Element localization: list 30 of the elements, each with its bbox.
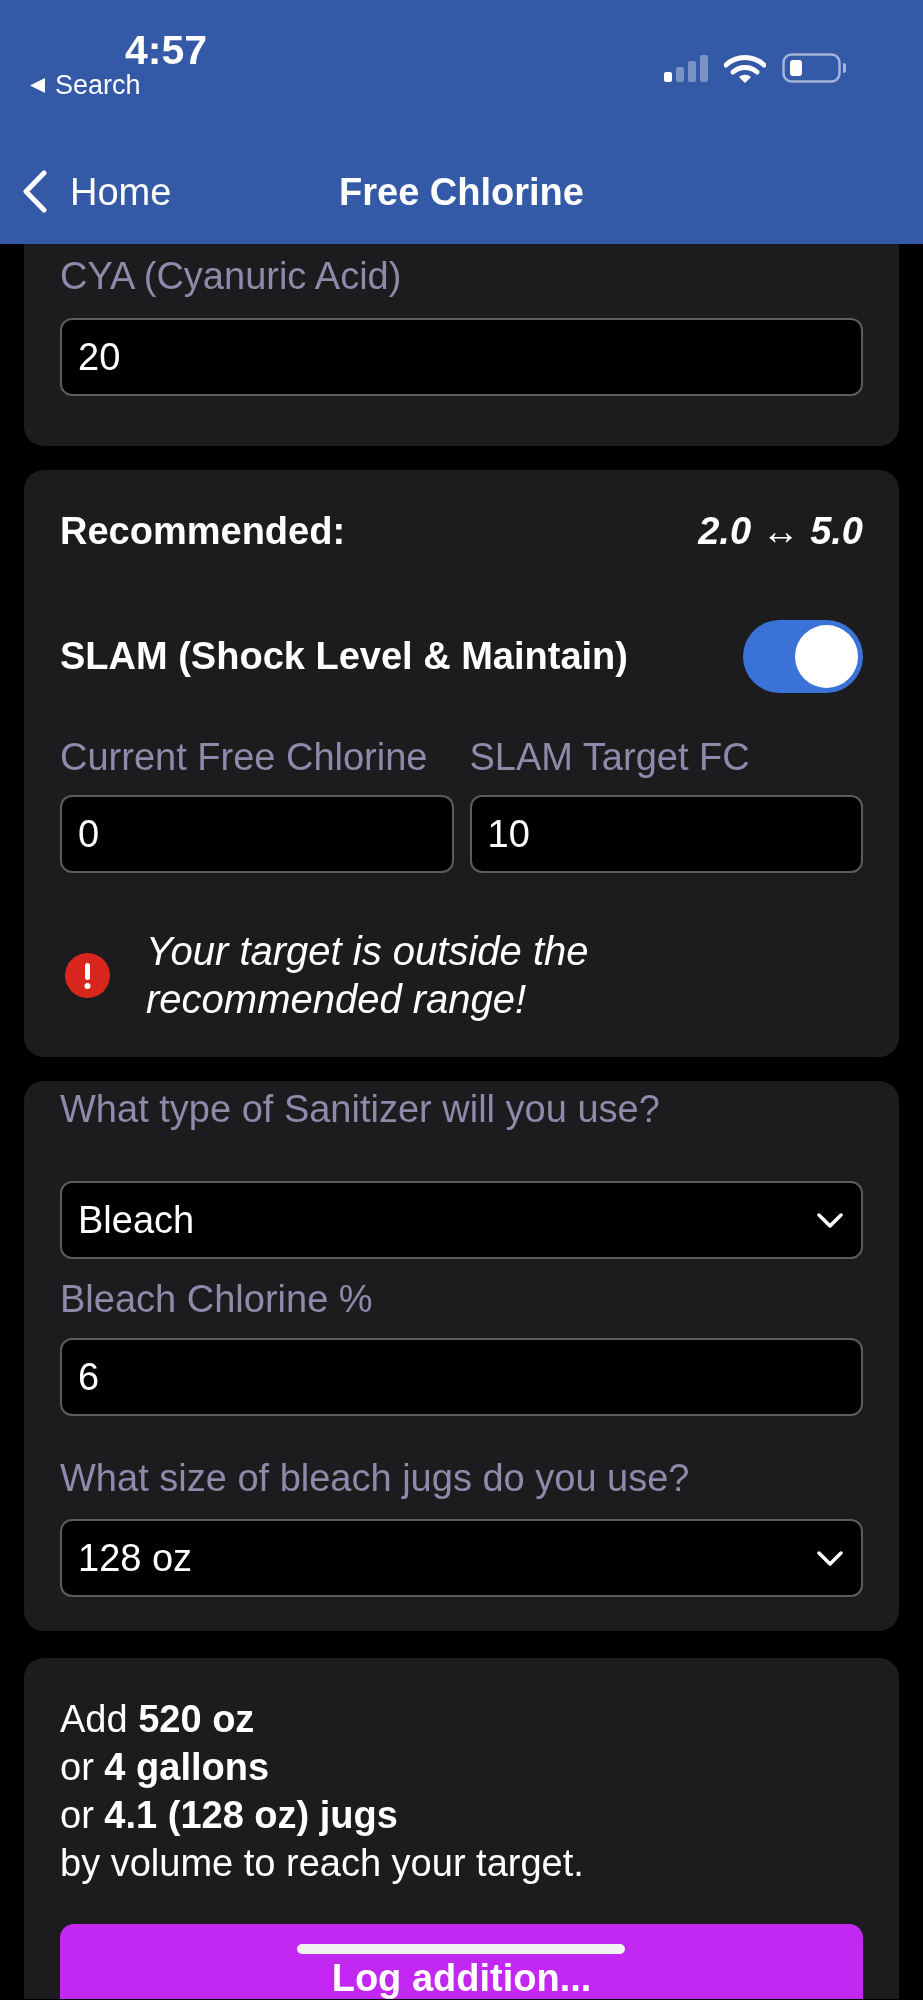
exclamation-circle-icon [65,952,110,998]
field-label: What type of Sanitizer will you use? [60,1087,661,1131]
log-addition-button[interactable]: Log addition... [60,1924,863,1999]
wifi-icon [724,55,766,83]
dropdown[interactable]: 128 oz [60,1519,863,1597]
chevron-left-icon [22,170,48,214]
search-back-link[interactable]: Search [30,72,208,98]
status-time: 4:57 [125,30,208,70]
field-label: CYA (Cyanuric Acid) [60,254,403,298]
input-field[interactable]: 20 [60,318,863,396]
home-back-button[interactable]: Home [0,167,172,217]
dropdown[interactable]: Bleach [60,1181,863,1259]
slam-label: SLAM (Shock Level & Maintain) [60,634,628,679]
battery-icon [782,53,846,83]
recommended-range: 2.0 ↔ 5.0 [698,508,863,554]
field-label: Current Free Chlorine [60,735,429,779]
recommended-label: Recommended: [60,508,346,554]
triangle-icon [30,77,45,93]
chevron-down-icon [817,1212,843,1228]
signal-icon [664,55,708,82]
warning-text: Your target is outside the recommended range! [146,928,590,1023]
field-label: What size of bleach jugs do you use? [60,1456,691,1500]
field-label: SLAM Target FC [469,735,751,779]
input-field[interactable]: 0 [60,795,454,873]
input-field[interactable]: 10 [469,795,863,873]
chevron-down-icon [817,1550,843,1566]
result-text: Add 520 oz or 4 gallons or 4.1 (128 oz) jugs by volume to reach your target. [60,1697,585,1886]
input-field[interactable]: 6 [60,1338,863,1416]
field-label: Bleach Chlorine % [60,1277,374,1321]
screen-title: Free Chlorine [339,170,584,214]
